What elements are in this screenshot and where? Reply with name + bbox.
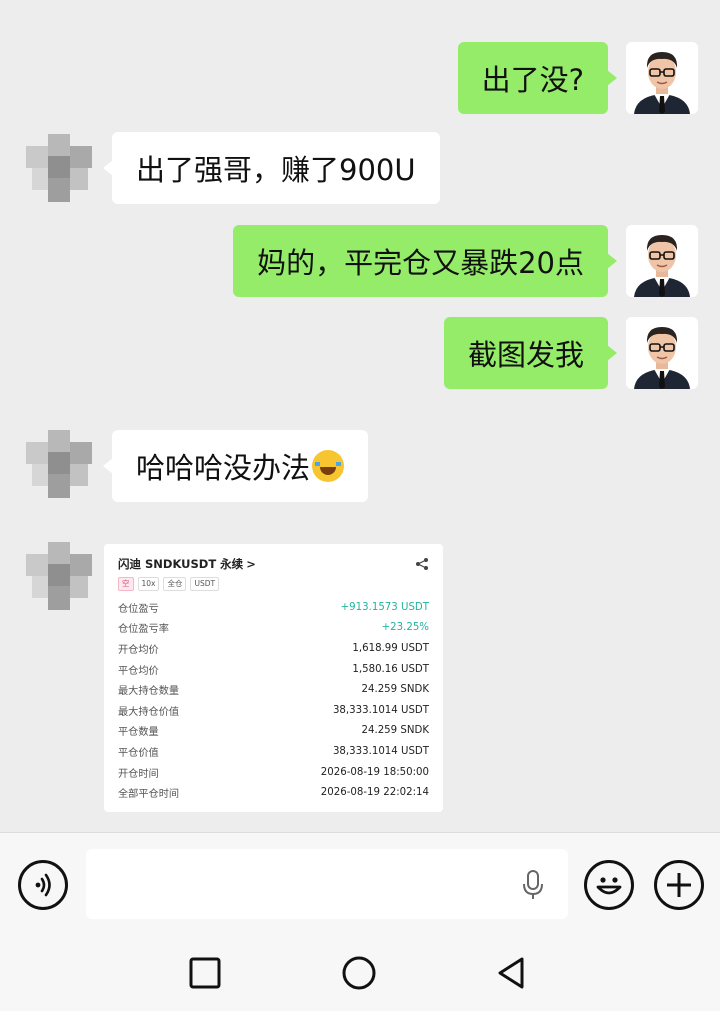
row-value: 24.259 SNDK	[361, 725, 430, 737]
row-value: +23.25%	[381, 622, 429, 634]
card-title: 闪迪 SNDKUSDT 永续 >	[118, 556, 256, 572]
row-value: 38,333.1014 USDT	[332, 704, 429, 716]
message-text: 截图发我	[467, 338, 584, 372]
row-label: 最大持仓价值	[118, 706, 180, 718]
card-row: 开仓均价 1,618.99 USDT	[118, 638, 429, 659]
voice-toggle-button[interactable]	[18, 860, 68, 910]
add-button[interactable]	[654, 860, 704, 910]
row-label: 全部平仓时间	[118, 789, 180, 801]
message-bubble-mine[interactable]: 妈的，平完仓又暴跌20点	[233, 225, 617, 297]
card-row: 最大持仓数量 24.259 SNDK	[118, 679, 429, 700]
row-label: 平仓数量	[118, 727, 159, 739]
card-row: 平仓均价 1,580.16 USDT	[118, 659, 429, 680]
emoji-icon	[596, 877, 622, 895]
row-value: 2026-08-19 22:02:14	[320, 787, 429, 799]
row-label: 仓位盈亏	[118, 603, 159, 615]
chat-area[interactable]: 出了没? 出了强哥，赚了900U 妈的，平完仓又暴跌20点 截图发我 哈哈哈没办…	[0, 0, 720, 832]
contact-avatar[interactable]	[22, 540, 96, 614]
emoji-button[interactable]	[584, 860, 634, 910]
square-icon[interactable]	[188, 956, 222, 990]
card-rows: 仓位盈亏 +913.1573 USDT 仓位盈亏率 +23.25% 开仓均价 1,61…	[118, 597, 429, 803]
card-tags: 空 10x 全仓 USDT	[118, 577, 429, 591]
my-avatar[interactable]	[626, 317, 698, 389]
row-value: 24.259 SNDK	[361, 684, 430, 696]
my-avatar[interactable]	[626, 42, 698, 114]
trade-screenshot-image[interactable]: 闪迪 SNDKUSDT 永续 > 空 10x 全仓 USDT 仓位盈亏 +913.1…	[104, 544, 443, 812]
card-row: 仓位盈亏 +913.1573 USDT	[118, 597, 429, 618]
contact-avatar[interactable]	[22, 132, 96, 206]
message-text: 妈的，平完仓又暴跌20点	[257, 246, 584, 280]
message-text: 出了没?	[481, 63, 584, 97]
card-title-text: 闪迪 SNDKUSDT 永续	[118, 557, 244, 571]
message-bubble-mine[interactable]: 出了没?	[457, 42, 618, 114]
message-input[interactable]	[86, 849, 568, 919]
row-label: 最大持仓数量	[118, 686, 180, 698]
row-value: 2026-08-19 18:50:00	[320, 766, 429, 778]
card-row: 最大持仓价值 38,333.1014 USDT	[118, 700, 429, 721]
card-row: 全部平仓时间 2026-08-19 22:02:14	[118, 782, 429, 803]
message-bubble-contact[interactable]: 哈哈哈没办法	[102, 430, 369, 502]
message-text: 出了强哥，赚了900U	[136, 153, 416, 187]
card-row: 平仓价值 38,333.1014 USDT	[118, 741, 429, 762]
row-value: 1,618.99 USDT	[352, 642, 429, 654]
row-value: 1,580.16 USDT	[352, 663, 429, 675]
tag: 空	[118, 577, 134, 591]
row-label: 开仓时间	[118, 768, 159, 780]
plus-icon	[667, 873, 691, 897]
message-bubble-mine[interactable]: 截图发我	[443, 317, 618, 389]
row-value: +913.1573 USDT	[340, 601, 429, 613]
chevron-right-icon: >	[246, 557, 256, 571]
tag: USDT	[190, 577, 220, 591]
message-text: 哈哈哈没办法	[136, 451, 311, 485]
card-row: 仓位盈亏率 +23.25%	[118, 618, 429, 639]
contact-avatar[interactable]	[22, 428, 96, 502]
row-label: 仓位盈亏率	[118, 624, 169, 636]
triangle-back-icon[interactable]	[494, 956, 528, 990]
card-row: 平仓数量 24.259 SNDK	[118, 721, 429, 742]
input-bar	[0, 832, 720, 936]
mic-icon[interactable]	[520, 869, 546, 901]
my-avatar[interactable]	[626, 225, 698, 297]
circle-icon[interactable]	[342, 956, 376, 990]
tag: 全仓	[163, 577, 187, 591]
tears-of-joy-emoji-icon	[312, 450, 345, 482]
row-label: 开仓均价	[118, 644, 159, 656]
share-icon	[416, 558, 428, 570]
message-bubble-contact[interactable]: 出了强哥，赚了900U	[103, 132, 440, 204]
row-label: 平仓价值	[118, 747, 159, 759]
row-label: 平仓均价	[118, 665, 159, 677]
row-value: 38,333.1014 USDT	[332, 745, 429, 757]
card-row: 开仓时间 2026-08-19 18:50:00	[118, 762, 429, 783]
system-nav-bar	[0, 936, 720, 1011]
tag: 10x	[137, 577, 160, 591]
voice-icon	[35, 873, 51, 897]
